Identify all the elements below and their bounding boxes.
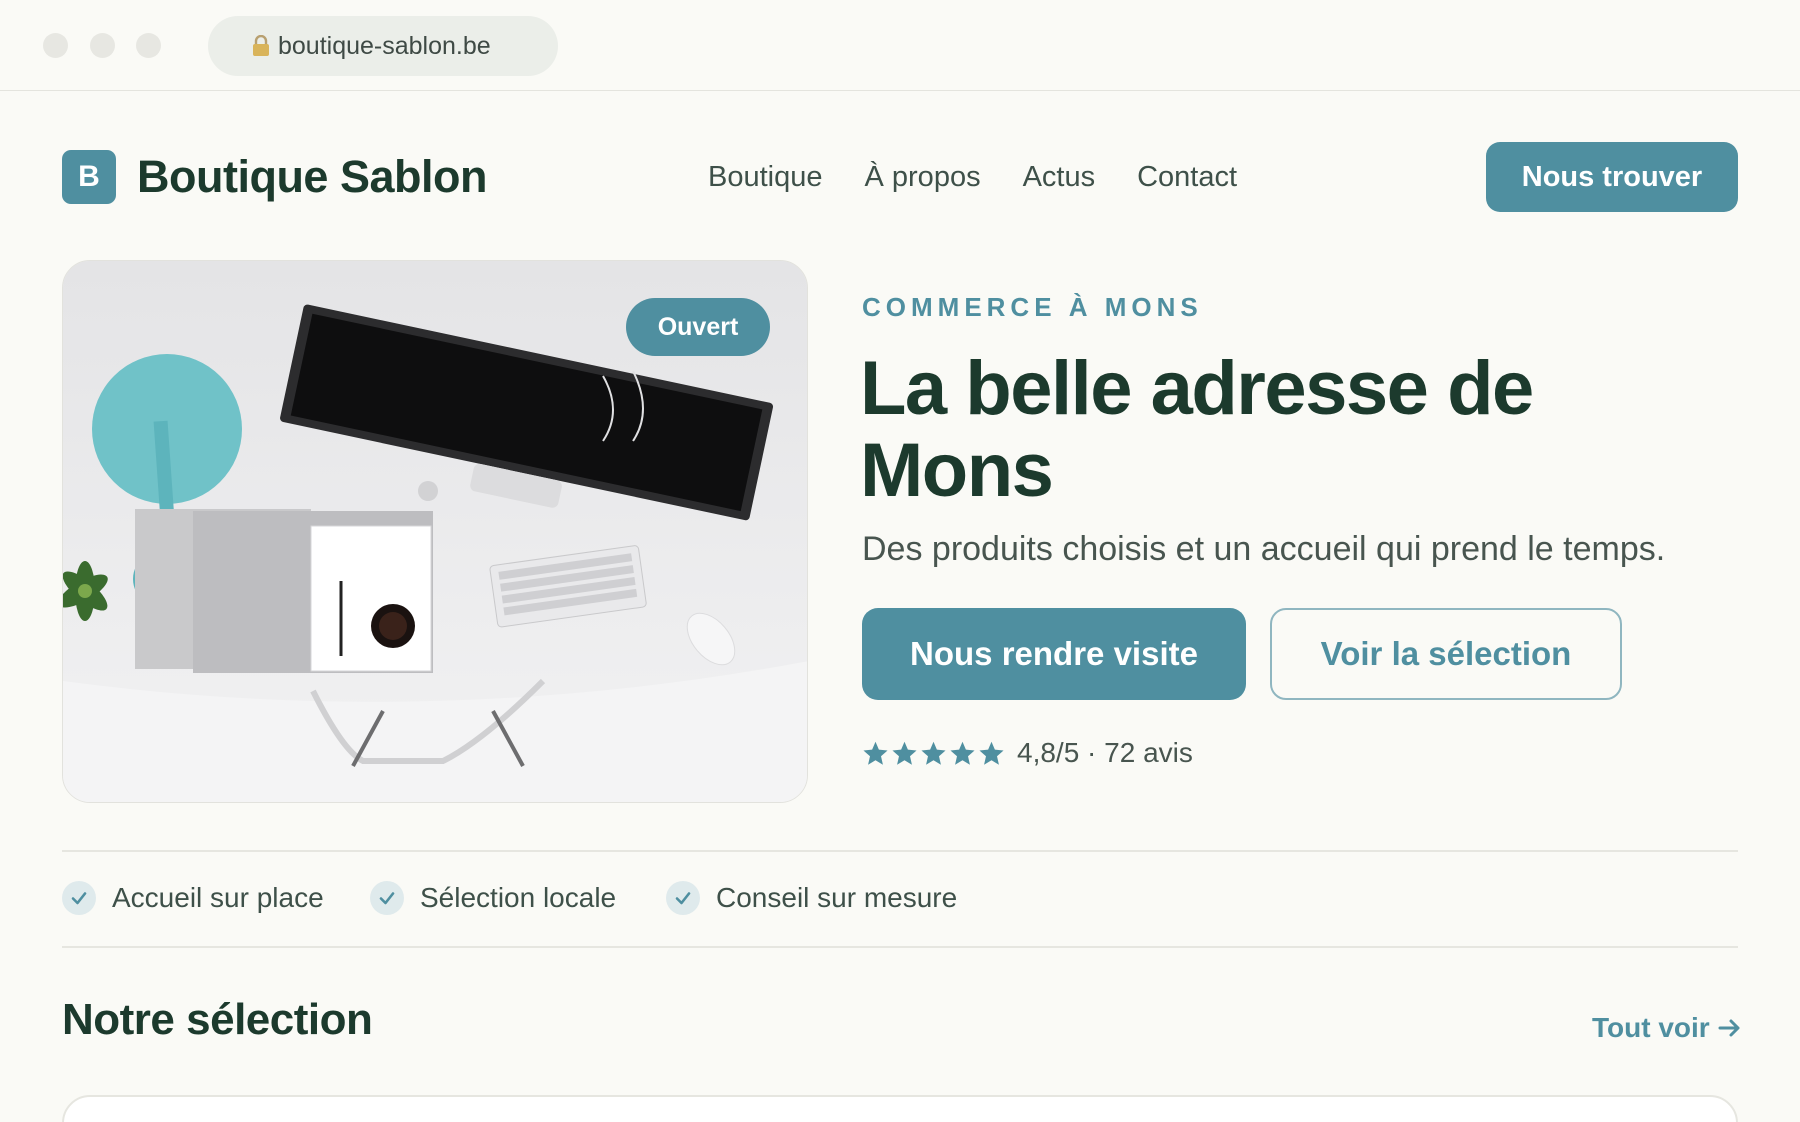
main-nav: Boutique À propos Actus Contact [708,155,1279,199]
brand-name[interactable]: Boutique Sablon [137,150,487,204]
browser-chrome: boutique-sablon.be [0,0,1800,91]
feature-label: Conseil sur mesure [716,882,958,913]
open-status-badge: Ouvert [626,298,770,356]
section-title: Notre sélection [62,995,373,1044]
nav-link-boutique[interactable]: Boutique [708,161,823,194]
divider [62,946,1738,948]
hero-eyebrow: COMMERCE À MONS [862,292,1203,322]
feature-item: Accueil sur place [62,878,324,918]
arrow-right-icon [1718,1019,1740,1037]
nav-link-actus[interactable]: Actus [1023,161,1096,194]
divider [62,850,1738,852]
window-maximize-dot[interactable] [136,33,161,58]
see-selection-button[interactable]: Voir la sélection [1270,608,1622,700]
logo-mark[interactable]: B [62,150,116,204]
address-bar[interactable]: boutique-sablon.be [208,16,558,76]
feature-item: Sélection locale [370,878,616,918]
star-icon [863,741,888,765]
url-text: boutique-sablon.be [278,31,491,60]
window-close-dot[interactable] [43,33,68,58]
see-all-link[interactable]: Tout voir [1592,1010,1742,1046]
visit-us-button[interactable]: Nous rendre visite [862,608,1246,700]
star-icon [921,741,946,765]
check-icon [370,881,404,915]
hero-subtitle: Des produits choisis et un accueil qui p… [862,530,1666,568]
rating: 4,8/5 · 72 avis [862,737,1193,768]
nav-link-a-propos[interactable]: À propos [865,161,981,194]
check-icon [62,881,96,915]
star-icon [950,741,975,765]
feature-item: Conseil sur mesure [666,878,957,918]
hero-title: La belle adresse de Mons [860,346,1534,513]
check-icon [666,881,700,915]
product-card[interactable] [62,1095,1738,1122]
find-us-button[interactable]: Nous trouver [1486,142,1738,212]
feature-label: Sélection locale [420,882,617,913]
star-icon [892,741,917,765]
feature-label: Accueil sur place [112,882,324,913]
rating-text: 4,8/5 · 72 avis [1017,737,1193,768]
nav-link-contact[interactable]: Contact [1137,161,1237,194]
lock-icon [253,35,269,56]
star-icon [979,741,1004,765]
window-minimize-dot[interactable] [90,33,115,58]
see-all-label: Tout voir [1592,1012,1710,1043]
